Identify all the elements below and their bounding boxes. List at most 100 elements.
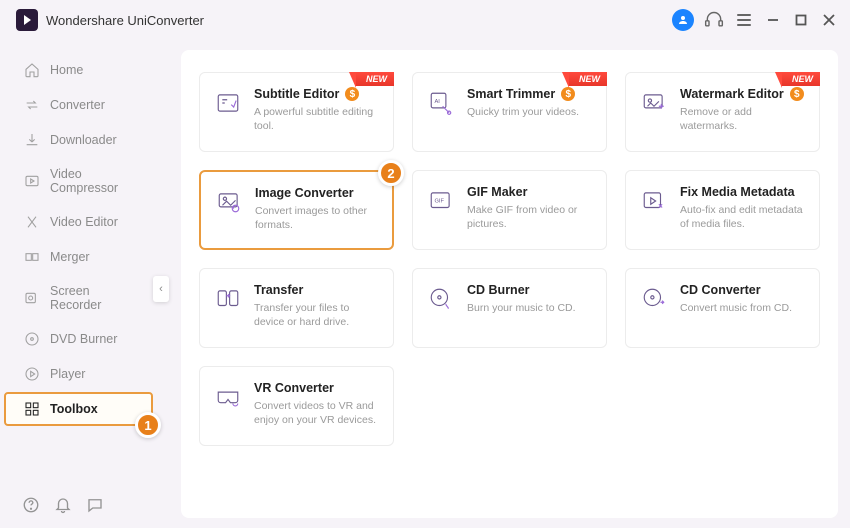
card-subtitle-editor[interactable]: NEW Subtitle Editor $ A powerful subtitle… (199, 72, 394, 152)
sidebar-item-toolbox[interactable]: Toolbox 1 (4, 392, 153, 426)
card-title: Smart Trimmer (467, 87, 555, 101)
compressor-icon (24, 173, 40, 189)
tool-grid: NEW Subtitle Editor $ A powerful subtitle… (199, 72, 820, 446)
annotation-step-2: 2 (378, 160, 404, 186)
titlebar-left: Wondershare UniConverter (16, 9, 204, 31)
sidebar-item-label: Video Compressor (50, 167, 133, 195)
card-title: Subtitle Editor (254, 87, 339, 101)
chat-icon[interactable] (86, 496, 104, 514)
sidebar-item-dvd[interactable]: DVD Burner (4, 322, 153, 356)
menu-icon[interactable] (734, 10, 754, 30)
card-gif-maker[interactable]: GIF GIF Maker Make GIF from video or pic… (412, 170, 607, 250)
card-title: CD Burner (467, 283, 530, 297)
cdconvert-icon (640, 285, 668, 313)
sidebar-item-label: DVD Burner (50, 332, 117, 346)
card-title: GIF Maker (467, 185, 527, 199)
editor-icon (24, 214, 40, 230)
dollar-badge: $ (561, 87, 575, 101)
card-transfer[interactable]: Transfer Transfer your files to device o… (199, 268, 394, 348)
sidebar-item-label: Player (50, 367, 85, 381)
app-logo-icon (16, 9, 38, 31)
footer-icons (0, 496, 159, 528)
card-cd-converter[interactable]: CD Converter Convert music from CD. (625, 268, 820, 348)
card-desc: A powerful subtitle editing tool. (254, 105, 381, 133)
titlebar: Wondershare UniConverter (0, 0, 850, 40)
annotation-step-1: 1 (135, 412, 161, 438)
card-desc: Auto-fix and edit metadata of media file… (680, 203, 807, 231)
sidebar-item-label: Toolbox (50, 402, 98, 416)
dollar-badge: $ (345, 87, 359, 101)
card-title: CD Converter (680, 283, 761, 297)
sidebar-item-merger[interactable]: Merger (4, 240, 153, 274)
card-title: Image Converter (255, 186, 354, 200)
sidebar-item-downloader[interactable]: Downloader (4, 123, 153, 157)
card-desc: Quicky trim your videos. (467, 105, 594, 119)
subtitle-icon (214, 89, 242, 117)
sidebar-item-label: Merger (50, 250, 90, 264)
cdburn-icon (427, 285, 455, 313)
gif-icon: GIF (427, 187, 455, 215)
sidebar-item-home[interactable]: Home (4, 53, 153, 87)
sidebar-item-label: Converter (50, 98, 105, 112)
titlebar-right (672, 9, 838, 31)
sidebar-item-converter[interactable]: Converter (4, 88, 153, 122)
card-desc: Make GIF from video or pictures. (467, 203, 594, 231)
card-title: Transfer (254, 283, 303, 297)
metadata-icon (640, 187, 668, 215)
svg-text:GIF: GIF (435, 199, 445, 205)
help-icon[interactable] (22, 496, 40, 514)
avatar-icon[interactable] (672, 9, 694, 31)
card-desc: Convert videos to VR and enjoy on your V… (254, 399, 381, 427)
merger-icon (24, 249, 40, 265)
recorder-icon (24, 290, 40, 306)
card-title: Fix Media Metadata (680, 185, 795, 199)
sidebar-item-label: Screen Recorder (50, 284, 133, 312)
headset-icon[interactable] (704, 10, 724, 30)
card-desc: Convert images to other formats. (255, 204, 380, 232)
toolbox-panel: NEW Subtitle Editor $ A powerful subtitle… (181, 50, 838, 518)
vr-icon (214, 383, 242, 411)
app-title: Wondershare UniConverter (46, 13, 204, 28)
new-badge: NEW (356, 72, 394, 86)
card-desc: Remove or add watermarks. (680, 105, 807, 133)
card-fix-metadata[interactable]: Fix Media Metadata Auto-fix and edit met… (625, 170, 820, 250)
toolbox-icon (24, 401, 40, 417)
card-watermark-editor[interactable]: NEW Watermark Editor $ Remove or add wate… (625, 72, 820, 152)
sidebar: Home Converter Downloader Video Compress… (0, 40, 159, 528)
image-convert-icon (215, 188, 243, 216)
maximize-button[interactable] (792, 11, 810, 29)
sidebar-item-compressor[interactable]: Video Compressor (4, 158, 153, 204)
downloader-icon (24, 132, 40, 148)
card-vr-converter[interactable]: VR Converter Convert videos to VR and en… (199, 366, 394, 446)
card-smart-trimmer[interactable]: NEW AI Smart Trimmer $ Quicky trim your v… (412, 72, 607, 152)
sidebar-item-recorder[interactable]: Screen Recorder (4, 275, 153, 321)
card-image-converter[interactable]: 2 Image Converter Convert images to othe… (199, 170, 394, 250)
transfer-icon (214, 285, 242, 313)
content: NEW Subtitle Editor $ A powerful subtitle… (159, 40, 850, 528)
card-desc: Burn your music to CD. (467, 301, 594, 315)
trimmer-icon: AI (427, 89, 455, 117)
collapse-sidebar-button[interactable]: ‹ (153, 276, 169, 302)
card-desc: Transfer your files to device or hard dr… (254, 301, 381, 329)
new-badge: NEW (782, 72, 820, 86)
home-icon (24, 62, 40, 78)
card-title: Watermark Editor (680, 87, 784, 101)
watermark-icon (640, 89, 668, 117)
bell-icon[interactable] (54, 496, 72, 514)
minimize-button[interactable] (764, 11, 782, 29)
card-title: VR Converter (254, 381, 334, 395)
card-cd-burner[interactable]: CD Burner Burn your music to CD. (412, 268, 607, 348)
close-button[interactable] (820, 11, 838, 29)
sidebar-item-editor[interactable]: Video Editor (4, 205, 153, 239)
svg-text:AI: AI (435, 99, 441, 105)
dollar-badge: $ (790, 87, 804, 101)
sidebar-item-label: Downloader (50, 133, 117, 147)
dvd-icon (24, 331, 40, 347)
sidebar-item-label: Video Editor (50, 215, 118, 229)
new-badge: NEW (569, 72, 607, 86)
converter-icon (24, 97, 40, 113)
player-icon (24, 366, 40, 382)
sidebar-item-player[interactable]: Player (4, 357, 153, 391)
sidebar-item-label: Home (50, 63, 83, 77)
card-desc: Convert music from CD. (680, 301, 807, 315)
